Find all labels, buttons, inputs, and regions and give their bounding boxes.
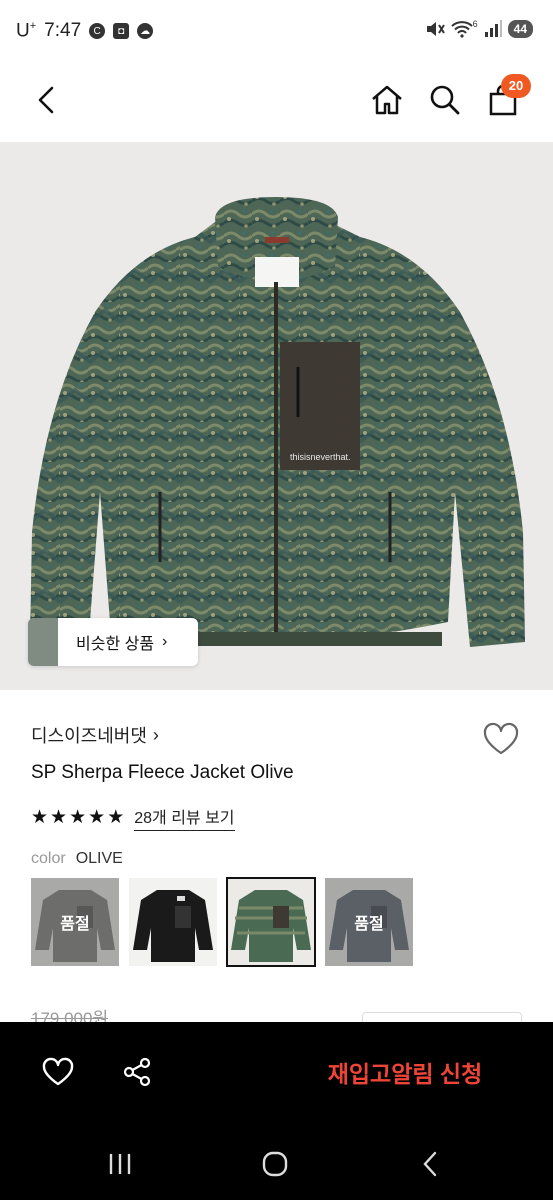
soldout-overlay: 품절 [31,878,119,966]
battery-indicator: 44 [507,20,533,38]
recent-apps-icon [109,1154,131,1174]
back-button[interactable] [26,80,66,120]
swatch-olive[interactable] [226,877,316,967]
home-button[interactable] [367,80,407,120]
jacket-illustration: thisisneverthat. [30,197,525,647]
wifi-icon [450,21,473,38]
similar-products-label: 비슷한 상품 [76,636,155,653]
brand-chevron-icon: › [152,724,159,745]
signal-icon [484,20,502,37]
brand-link[interactable]: 디스이즈네버댓 › [31,722,159,748]
cloud-app-icon: ☁ [137,23,154,40]
swatch-jacket-olive [227,878,315,966]
swatch-black[interactable] [129,878,217,966]
back-icon [38,86,54,114]
pocket-logo-text: thisisneverthat. [290,452,351,462]
carrier: U+ [16,20,37,42]
color-key: color [31,850,66,867]
product-image[interactable]: thisisneverthat. [0,142,553,690]
back-nav-icon [423,1151,437,1177]
brand-name: 디스이즈네버댓 [31,726,147,746]
signal-badge: 6 [472,19,478,29]
swatch-navy[interactable]: 품절 [325,878,413,966]
star-icon: ★ [69,807,87,828]
status-bar: U+ 7:47 C ◘ ☁ 6 44 [0,0,553,66]
heart-icon [483,722,519,755]
review-link[interactable]: 28개 리뷰 보기 [134,804,235,831]
search-icon [430,85,460,115]
star-icon: ★ [107,807,125,828]
similar-products-button[interactable]: 비슷한 상품 › [28,618,198,666]
star-icon: ★ [50,807,68,828]
star-icon: ★ [31,807,49,828]
status-left: U+ 7:47 C ◘ ☁ [16,20,154,42]
color-value: OLIVE [75,850,123,867]
product-name: SP Sherpa Fleece Jacket Olive [31,762,294,783]
swatch-jacket-black [129,878,217,966]
share-icon [123,1057,151,1087]
home-nav-icon [262,1151,288,1177]
similar-thumb [28,618,58,666]
home-icon [372,85,402,115]
recent-apps-button[interactable] [100,1146,140,1182]
wishlist-bottom-button[interactable] [38,1052,78,1092]
rating-stars: ★ ★ ★ ★ ★ [31,808,124,827]
soldout-overlay: 품절 [325,878,413,966]
system-nav-bar [0,1126,553,1200]
star-icon: ★ [88,807,106,828]
color-row: color OLIVE [31,850,123,868]
status-right: 6 44 [425,19,533,38]
chevron-right-icon: › [162,633,168,650]
rating-row: ★ ★ ★ ★ ★ 28개 리뷰 보기 [31,804,235,831]
cart-count-badge: 20 [501,74,531,98]
camera-app-icon: ◘ [113,23,130,40]
mute-icon [426,22,445,36]
app-header: 20 [0,66,553,142]
share-button[interactable] [117,1052,157,1092]
cart-button[interactable]: 20 [483,74,531,120]
color-swatches: 품절 품절 [31,877,413,967]
wishlist-button[interactable] [482,722,520,758]
home-nav-button[interactable] [255,1146,295,1182]
restock-alert-button[interactable]: 재입고알림 신청 [300,1052,510,1092]
c-app-icon: C [89,23,106,40]
search-button[interactable] [425,80,465,120]
heart-icon [42,1057,74,1086]
swatch-grey[interactable]: 품절 [31,878,119,966]
status-time: 7:47 [44,20,82,42]
bottom-action-bar: 재입고알림 신청 [0,1022,553,1126]
back-nav-button[interactable] [410,1146,450,1182]
